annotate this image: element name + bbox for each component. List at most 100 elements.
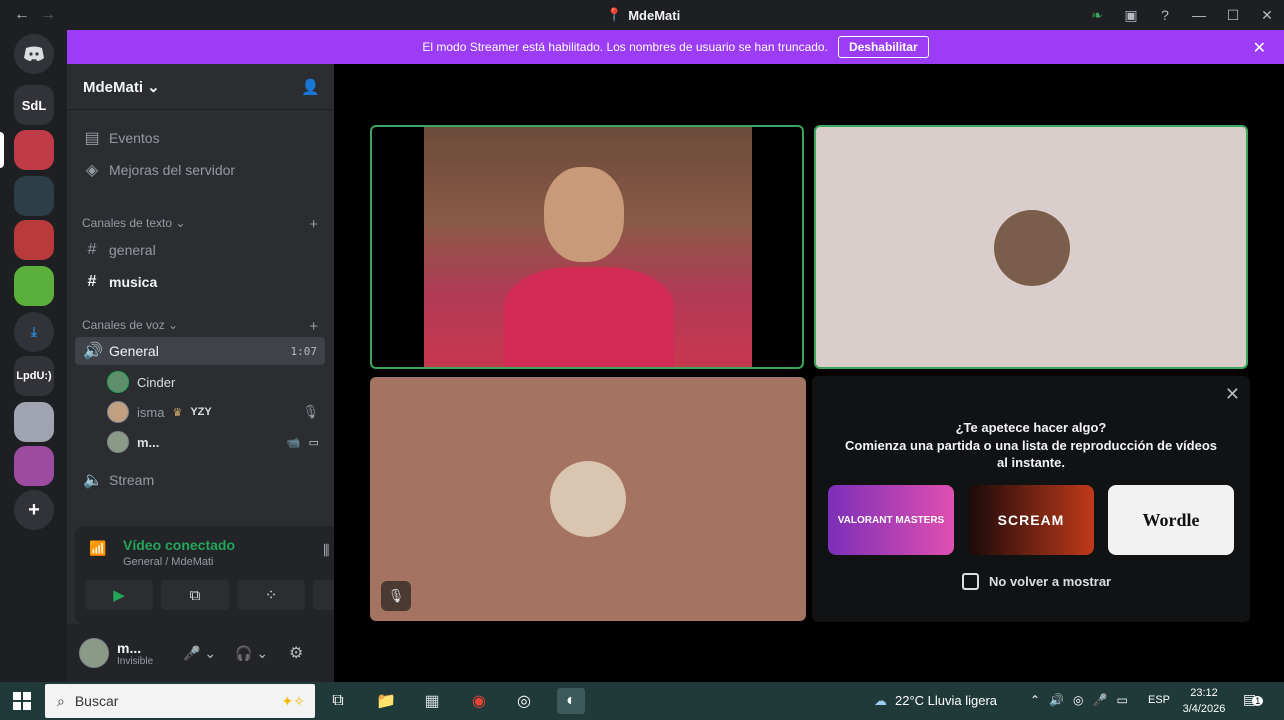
channel-musica[interactable]: # musica xyxy=(75,268,325,296)
voice-user[interactable]: m... 📹 ▭ xyxy=(107,429,319,455)
server-lpdu[interactable]: LpdU:) xyxy=(14,356,54,396)
activities-button[interactable]: ⁘ xyxy=(237,580,305,610)
events-item[interactable]: ▤ Eventos xyxy=(75,124,325,152)
search-icon: ⌕ xyxy=(57,692,65,709)
disable-streamer-button[interactable]: Deshabilitar xyxy=(837,36,929,58)
stream-channel[interactable]: 🔈 Stream xyxy=(75,466,325,494)
boosts-item[interactable]: ◈ Mejoras del servidor xyxy=(75,156,325,184)
microphone-icon[interactable]: 🎤 ⌄ xyxy=(183,645,216,662)
video-tile-user[interactable] xyxy=(814,125,1248,369)
mic-icon[interactable]: 🎤 xyxy=(1093,693,1108,707)
notification-icon[interactable]: ▤1 xyxy=(1243,691,1264,708)
text-category[interactable]: Canales de texto ⌄ + xyxy=(82,216,318,233)
dont-show-checkbox[interactable]: No volver a mostrar xyxy=(962,573,1111,590)
user-panel: m... Invisible 🎤 ⌄ 🎧 ⌄ ⚙ xyxy=(67,624,334,682)
user-name: m... xyxy=(117,639,142,656)
webcam-icon[interactable]: ◎ xyxy=(1073,693,1083,707)
voice-user[interactable]: isma ♛ YZY 🎙 xyxy=(107,399,319,425)
minimize-icon[interactable]: — xyxy=(1182,7,1216,23)
chevron-up-icon[interactable]: ⌃ xyxy=(1030,693,1040,707)
task-view-icon[interactable]: ⧉ xyxy=(324,688,352,714)
discord-taskbar-icon[interactable]: ◐ xyxy=(557,688,585,714)
weather-widget[interactable]: ☁ 22°C Lluvia ligera xyxy=(874,693,997,709)
obs-icon[interactable]: ◎ xyxy=(510,688,538,714)
server-header[interactable]: MdeMati ⌄ 👤 xyxy=(67,64,334,110)
voice-user[interactable]: Cinder xyxy=(107,369,319,395)
user-status: Invisible xyxy=(117,655,154,667)
voice-channel-general[interactable]: 🔊 General 1:07 xyxy=(75,337,325,365)
server-sdl[interactable]: SdL xyxy=(14,85,54,125)
windows-start-icon[interactable] xyxy=(13,692,31,710)
streamer-mode-banner: El modo Streamer está habilitado. Los no… xyxy=(67,30,1284,64)
server-list: SdL ⤓ LpdU:) + xyxy=(0,30,67,682)
camera-button[interactable]: ▶ xyxy=(85,580,153,610)
voice-status: Vídeo conectado xyxy=(123,537,236,553)
window-title: 📍 MdeMati xyxy=(606,7,681,23)
server-icon-3[interactable] xyxy=(14,176,54,216)
add-channel-icon[interactable]: + xyxy=(309,216,318,233)
headphones-icon[interactable]: 🎧 ⌄ xyxy=(235,645,268,662)
speaker-icon: 🔊 xyxy=(83,343,103,360)
close-icon[interactable]: ✕ xyxy=(1225,384,1240,405)
chevron-down-icon: ⌄ xyxy=(147,78,160,96)
language-indicator[interactable]: ESP xyxy=(1148,694,1170,706)
server-icon-4[interactable] xyxy=(14,220,54,260)
server-icon-5[interactable] xyxy=(14,266,54,306)
add-server-icon[interactable]: + xyxy=(14,490,54,530)
video-tile-camera[interactable] xyxy=(370,125,804,369)
server-icon-7[interactable] xyxy=(14,446,54,486)
speaker-icon: 🔈 xyxy=(83,472,103,489)
close-icon[interactable]: ✕ xyxy=(1250,7,1284,24)
game-card-wordle[interactable]: Wordle xyxy=(1108,485,1234,555)
server-icon-6[interactable] xyxy=(14,402,54,442)
checkbox-icon[interactable] xyxy=(962,573,979,590)
app-icon[interactable]: ▦ xyxy=(418,688,446,714)
add-channel-icon[interactable]: + xyxy=(309,318,318,335)
camera-icon: 📹 xyxy=(286,436,301,449)
avatar[interactable] xyxy=(79,638,109,668)
close-icon[interactable]: ✕ xyxy=(1253,38,1266,58)
muted-icon: 🎙 xyxy=(302,404,319,419)
invite-icon[interactable]: 👤 xyxy=(301,78,320,96)
title-bar: ← → 📍 MdeMati ❧ ▣ ? — ☐ ✕ xyxy=(0,0,1284,30)
cloud-icon: ☁ xyxy=(874,693,887,708)
network-icon[interactable]: ▭ xyxy=(1116,693,1127,707)
clock[interactable]: 23:12 3/4/2026 xyxy=(1180,685,1228,717)
server-icon-2[interactable] xyxy=(14,130,54,170)
download-icon[interactable]: ⤓ xyxy=(14,312,54,352)
muted-icon: 🎙 xyxy=(381,581,411,611)
video-grid: 🎙 ✕ ¿Te apetece hacer algo? Comienza una… xyxy=(334,64,1284,682)
game-card-valorant[interactable]: VALORANT MASTERS xyxy=(828,485,954,555)
hash-icon: # xyxy=(87,241,97,258)
help-icon[interactable]: ? xyxy=(1148,7,1182,23)
chrome-icon[interactable]: ◉ xyxy=(465,688,493,714)
nitro-icon[interactable]: ❧ xyxy=(1080,7,1114,24)
file-explorer-icon[interactable]: 📁 xyxy=(372,688,400,714)
game-card-scream[interactable]: SCREAM xyxy=(968,485,1094,555)
avatar xyxy=(107,431,129,453)
screen-share-button[interactable]: ⧉ xyxy=(161,580,229,610)
forward-arrow-icon[interactable]: → xyxy=(40,6,56,24)
taskbar-search[interactable]: ⌕ Buscar ✦✧ xyxy=(45,684,315,718)
channel-general[interactable]: # general xyxy=(75,236,325,264)
inbox-icon[interactable]: ▣ xyxy=(1114,7,1148,24)
taskbar: ⌕ Buscar ✦✧ ⧉ 📁 ▦ ◉ ◎ ◐ ☁ 22°C Lluvia li… xyxy=(0,682,1284,720)
nav-buttons: ← → xyxy=(0,6,56,24)
discord-home-icon[interactable] xyxy=(14,34,54,74)
maximize-icon[interactable]: ☐ xyxy=(1216,7,1250,24)
camera-feed xyxy=(424,127,752,367)
avatar xyxy=(107,401,129,423)
voice-channel-path[interactable]: General / MdeMati xyxy=(123,556,213,568)
voice-category[interactable]: Canales de voz ⌄ + xyxy=(82,318,318,335)
back-arrow-icon[interactable]: ← xyxy=(14,6,30,24)
soundboard-icon[interactable]: ⫼ xyxy=(323,542,329,559)
video-tile-user[interactable]: 🎙 xyxy=(370,377,806,621)
popup-title: ¿Te apetece hacer algo? xyxy=(955,420,1107,435)
system-tray[interactable]: ⌃ 🔊 ◎ 🎤 ▭ xyxy=(1030,693,1128,707)
avatar xyxy=(107,371,129,393)
selected-indicator xyxy=(0,132,4,168)
channel-sidebar: MdeMati ⌄ 👤 ▤ Eventos ◈ Mejoras del servid… xyxy=(67,64,393,682)
server-name: MdeMati xyxy=(83,78,143,96)
settings-gear-icon[interactable]: ⚙ xyxy=(289,643,303,663)
volume-icon[interactable]: 🔊 xyxy=(1049,693,1064,707)
